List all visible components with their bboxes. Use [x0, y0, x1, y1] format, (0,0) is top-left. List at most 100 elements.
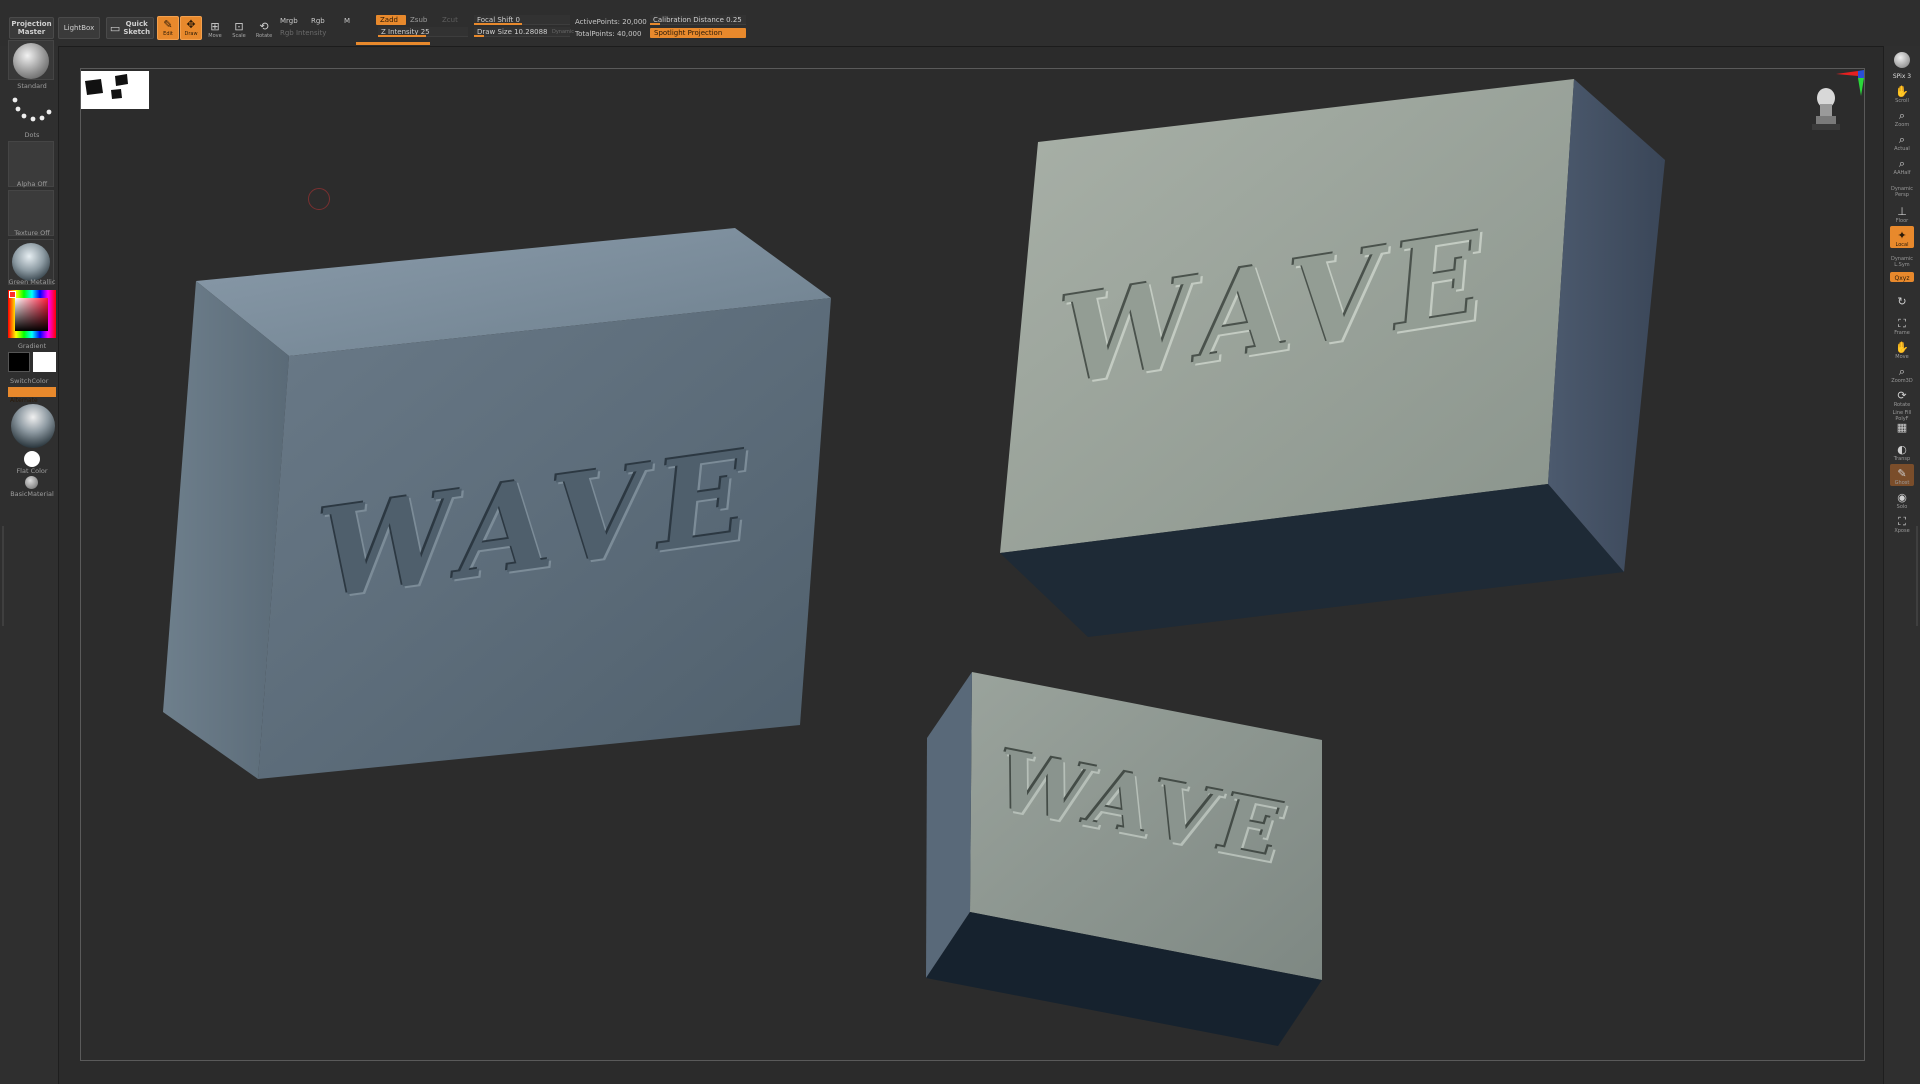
left-shelf-scroll-handle[interactable]	[2, 526, 4, 626]
lightbox-button[interactable]: LightBox	[58, 17, 100, 39]
rotate-mode-button[interactable]: ↻	[1890, 284, 1914, 308]
projection-master-button[interactable]: Projection Master	[9, 17, 54, 39]
lightbox-label: LightBox	[63, 24, 95, 32]
top-shelf: Projection Master LightBox ▭ Quick Sketc…	[0, 0, 1920, 47]
transp-icon: ◐	[1897, 443, 1907, 456]
local-icon: ✦	[1897, 229, 1907, 242]
draw-button[interactable]: ✥ Draw	[180, 16, 202, 40]
brush-slot[interactable]	[8, 40, 54, 80]
sketch-icon: ▭	[109, 21, 121, 35]
quick-sketch-button[interactable]: ▭ Quick Sketch	[106, 17, 154, 39]
rgb-toggle[interactable]: Rgb	[311, 17, 325, 25]
aahalf-button[interactable]: ⌕ AAHalf	[1890, 154, 1914, 177]
stroke-slot[interactable]	[8, 93, 54, 133]
focal-shift-slider[interactable]: Focal Shift 0	[474, 15, 570, 25]
xpose-button[interactable]: ⛶ Xpose	[1890, 512, 1914, 535]
draw-icon: ✥	[186, 17, 196, 31]
move-label: Move	[208, 33, 222, 39]
lsym-button[interactable]: Dynamic L.Sym	[1890, 250, 1914, 268]
green-metallic-material-icon	[12, 243, 50, 281]
brush-cursor-icon	[308, 188, 330, 210]
xpose-label: Xpose	[1894, 528, 1910, 534]
rotate-tool-button[interactable]: ⟲ Rotate	[253, 15, 275, 40]
calibration-distance-label: Calibration Distance 0.25	[653, 16, 742, 24]
zadd-toggle[interactable]: Zadd	[376, 15, 406, 25]
material-caption: Green Metallic	[8, 278, 56, 286]
bpr-button[interactable]	[1890, 46, 1914, 68]
switch-color-caption: SwitchColor	[10, 377, 49, 385]
frame-button[interactable]: ⛶ Frame	[1890, 314, 1914, 337]
rotate-mode-icon: ↻	[1897, 295, 1907, 308]
solo-button[interactable]: ◉ Solo	[1890, 488, 1914, 511]
switch-color-swatches[interactable]	[8, 352, 56, 372]
camera-view-icon[interactable]	[1808, 84, 1844, 136]
transp-label: Transp	[1893, 456, 1911, 462]
ghost-label: Ghost	[1894, 480, 1910, 486]
persp-button[interactable]: Dynamic Persp	[1890, 178, 1914, 198]
edit-button[interactable]: ✎ Edit	[157, 16, 179, 40]
move-icon: ⊞	[210, 20, 220, 33]
scroll-label: Scroll	[1895, 98, 1909, 104]
move-view-button[interactable]: ✋ Move	[1890, 338, 1914, 361]
move-tool-button[interactable]: ⊞ Move	[204, 15, 226, 40]
standard-brush-icon	[13, 43, 49, 79]
ghost-button[interactable]: ✎ Ghost	[1890, 464, 1914, 486]
aahalf-icon: ⌕	[1898, 157, 1906, 170]
z-intensity-fill	[378, 35, 426, 37]
frame-icon: ⛶	[1898, 317, 1906, 330]
scale-tool-button[interactable]: ⊡ Scale	[228, 15, 250, 40]
z-intensity-slider[interactable]: Z Intensity 25	[378, 27, 468, 37]
local-label: Local	[1895, 242, 1909, 248]
bpr-icon	[1894, 52, 1910, 68]
calibration-distance-fill	[650, 23, 660, 25]
stroke-caption: Dots	[24, 131, 40, 139]
draw-size-fill	[474, 35, 484, 37]
floor-icon: ⊥	[1897, 205, 1907, 218]
basic-material-swatch[interactable]	[25, 476, 38, 489]
mrgb-toggle[interactable]: Mrgb	[280, 17, 298, 25]
zcut-toggle[interactable]: Zcut	[438, 15, 462, 25]
xpose-icon: ⛶	[1898, 515, 1906, 528]
flat-color-swatch[interactable]	[24, 451, 40, 467]
local-button[interactable]: ✦ Local	[1890, 226, 1914, 248]
flat-color-caption: Flat Color	[16, 467, 48, 475]
frame-label: Frame	[1894, 330, 1910, 336]
dynamic-toggle[interactable]: Dynamic	[552, 29, 574, 35]
m-toggle[interactable]: M	[344, 17, 350, 25]
spix-slider[interactable]: SPix 3	[1890, 68, 1914, 80]
zoom-button[interactable]: ⌕ Zoom	[1890, 106, 1914, 129]
primary-color-swatch[interactable]	[8, 352, 30, 372]
floor-label: Floor	[1895, 218, 1909, 224]
rotate-icon: ⟲	[259, 20, 269, 33]
alpha-caption: Alpha Off	[16, 180, 48, 188]
xyz-button[interactable]: Qxyz	[1890, 272, 1914, 282]
navigator-thumbnail[interactable]	[81, 71, 149, 109]
rgb-intensity-slider[interactable]: Rgb Intensity	[280, 29, 326, 37]
alternate-button[interactable]: Alternate	[8, 387, 56, 404]
aahalf-label: AAHalf	[1893, 170, 1911, 176]
solo-icon: ◉	[1897, 491, 1907, 504]
calibration-distance-slider[interactable]: Calibration Distance 0.25	[650, 15, 746, 25]
actual-button[interactable]: ⌕ Actual	[1890, 130, 1914, 153]
spotlight-projection-toggle[interactable]: Spotlight Projection	[650, 28, 746, 38]
floor-button[interactable]: ⊥ Floor	[1890, 202, 1914, 225]
secondary-color-swatch[interactable]	[33, 352, 56, 372]
color-picker[interactable]	[8, 290, 56, 338]
material-preview-sphere[interactable]	[11, 404, 55, 448]
right-shelf-scroll-handle[interactable]	[1916, 526, 1918, 626]
zoom3d-button[interactable]: ⌕ Zoom3D	[1890, 362, 1914, 385]
move-view-icon: ✋	[1895, 341, 1909, 354]
zsub-toggle[interactable]: Zsub	[406, 15, 431, 25]
rotate-view-button[interactable]: ⟳ Rotate	[1890, 386, 1914, 409]
brush-caption: Standard	[17, 82, 47, 90]
persp-label: Dynamic Persp	[1890, 186, 1914, 198]
edit-label: Edit	[163, 30, 173, 37]
right-shelf: SPix 3 ✋ Scroll ⌕ Zoom ⌕ Actual ⌕ AAHalf Dyn…	[1883, 46, 1920, 1084]
scroll-button[interactable]: ✋ Scroll	[1890, 82, 1914, 105]
color-picker-square	[15, 298, 48, 331]
transp-button[interactable]: ◐ Transp	[1890, 440, 1914, 463]
polyf-button[interactable]: Line Fill PolyF ▦	[1890, 410, 1914, 434]
scroll-icon: ✋	[1895, 85, 1909, 98]
thumbnail-blocks-icon	[85, 74, 128, 99]
basic-material-caption: BasicMaterial	[10, 490, 54, 498]
